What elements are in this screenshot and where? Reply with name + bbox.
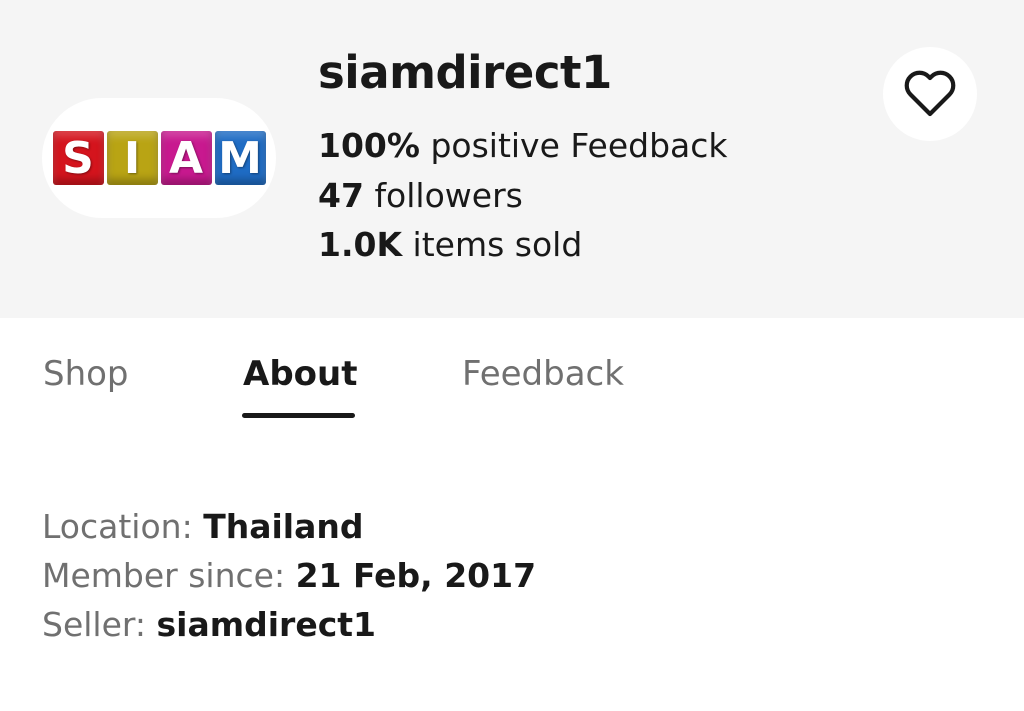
siam-logo: S I A M xyxy=(52,131,266,185)
seller-row: Seller: siamdirect1 xyxy=(42,600,536,649)
feedback-stat: 100% positive Feedback xyxy=(318,126,728,165)
member-since-label: Member since: xyxy=(42,556,296,595)
member-since-row: Member since: 21 Feb, 2017 xyxy=(42,551,536,600)
active-tab-indicator xyxy=(242,413,355,418)
store-tabs: Shop About Feedback xyxy=(0,318,1024,428)
feedback-label: positive Feedback xyxy=(430,126,728,165)
seller-label: Seller: xyxy=(42,605,157,644)
followers-stat: 47 followers xyxy=(318,176,523,215)
items-sold-value: 1.0K xyxy=(318,225,403,264)
logo-tile-a: A xyxy=(160,131,212,185)
heart-outline-icon xyxy=(904,70,956,117)
location-label: Location: xyxy=(42,507,204,546)
items-sold-stat: 1.0K items sold xyxy=(318,225,582,264)
logo-tile-i: I xyxy=(106,131,158,185)
tab-feedback[interactable]: Feedback xyxy=(462,354,624,394)
followers-value: 47 xyxy=(318,176,364,215)
feedback-value: 100% xyxy=(318,126,420,165)
member-since-value: 21 Feb, 2017 xyxy=(295,556,537,595)
location-row: Location: Thailand xyxy=(42,502,536,551)
followers-label: followers xyxy=(374,176,523,215)
tab-about[interactable]: About xyxy=(243,354,357,394)
tab-shop[interactable]: Shop xyxy=(43,354,129,394)
store-logo: S I A M xyxy=(42,98,276,218)
follow-button[interactable] xyxy=(883,47,977,141)
items-sold-label: items sold xyxy=(412,225,583,264)
store-name: siamdirect1 xyxy=(318,46,612,99)
logo-tile-s: S xyxy=(52,131,104,185)
about-section: Location: Thailand Member since: 21 Feb,… xyxy=(42,502,536,649)
seller-value: siamdirect1 xyxy=(156,605,377,644)
store-header: S I A M siamdirect1 100% positive Feedba… xyxy=(0,0,1024,318)
location-value: Thailand xyxy=(203,507,364,546)
logo-tile-m: M xyxy=(214,131,266,185)
